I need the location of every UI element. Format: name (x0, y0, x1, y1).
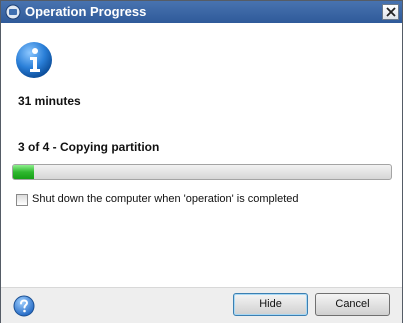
dialog-footer: Hide Cancel (1, 287, 402, 323)
step-label: 3 of 4 - Copying partition (18, 140, 160, 154)
app-icon (5, 4, 21, 20)
hide-button[interactable]: Hide (233, 293, 308, 316)
title-bar[interactable]: Operation Progress (1, 1, 402, 23)
cancel-button[interactable]: Cancel (315, 293, 390, 316)
window-title: Operation Progress (25, 4, 147, 19)
info-icon (14, 40, 54, 80)
shutdown-checkbox-label[interactable]: Shut down the computer when 'operation' … (32, 193, 299, 205)
close-button[interactable] (382, 4, 399, 20)
close-icon (386, 7, 396, 17)
progress-bar (12, 164, 392, 180)
progress-fill (13, 165, 34, 179)
help-icon[interactable] (13, 295, 35, 317)
time-remaining-label: 31 minutes (18, 94, 81, 108)
operation-progress-dialog: Operation Progress 31 minutes 3 of 4 - C… (0, 0, 403, 323)
shutdown-checkbox[interactable] (16, 194, 28, 206)
